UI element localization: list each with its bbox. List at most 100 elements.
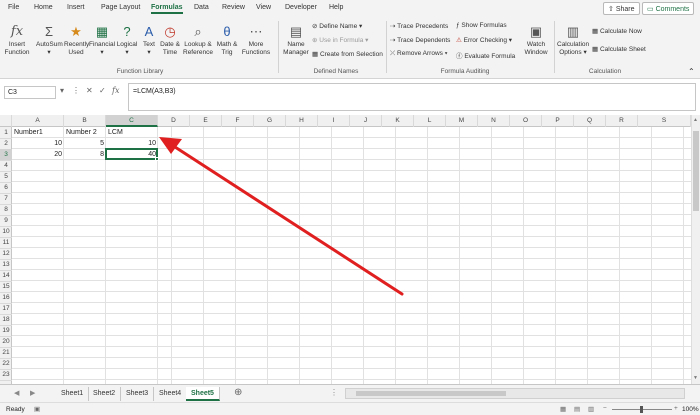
trace-precedents-button[interactable]: ⇢ Trace Precedents bbox=[390, 22, 448, 30]
column-header[interactable]: L bbox=[414, 115, 446, 127]
lookup-reference-button[interactable]: ⌕ Lookup & Reference bbox=[182, 23, 214, 57]
recently-used-button[interactable]: ★ Recently Used bbox=[64, 23, 89, 57]
column-header[interactable]: D bbox=[158, 115, 190, 127]
column-header[interactable]: B bbox=[64, 115, 106, 127]
tab-split-dots-icon[interactable]: ⋮ bbox=[330, 388, 338, 397]
sheet-tab-4[interactable]: Sheet4 bbox=[154, 387, 188, 401]
text-button[interactable]: A Text ▾ bbox=[141, 23, 157, 57]
autosum-button[interactable]: Σ AutoSum ▾ bbox=[36, 23, 63, 57]
financial-button[interactable]: ▦ Financial ▾ bbox=[89, 23, 115, 57]
tab-formulas[interactable]: Formulas bbox=[151, 4, 183, 14]
zoom-out-icon[interactable]: − bbox=[603, 405, 607, 412]
watch-window-button[interactable]: ▣ Watch Window bbox=[522, 23, 550, 57]
column-header[interactable]: Q bbox=[574, 115, 606, 127]
comments-button[interactable]: ▭ Comments bbox=[642, 2, 695, 15]
worksheet-grid[interactable]: Number1 Number 2 LCM 10 5 10 20 8 40 bbox=[12, 127, 691, 384]
column-header[interactable]: R bbox=[606, 115, 638, 127]
calculation-options-button[interactable]: ▥ Calculation Options ▾ bbox=[557, 23, 589, 57]
name-box[interactable]: C3 bbox=[4, 86, 56, 99]
cell-a1[interactable]: Number1 bbox=[12, 127, 64, 138]
column-header[interactable]: P bbox=[542, 115, 574, 127]
column-header[interactable]: M bbox=[446, 115, 478, 127]
enter-check-icon[interactable]: ✓ bbox=[99, 86, 106, 95]
tab-page-layout[interactable]: Page Layout bbox=[101, 4, 140, 11]
tab-home[interactable]: Home bbox=[34, 4, 53, 11]
cancel-icon[interactable]: ✕ bbox=[86, 86, 93, 95]
zoom-level[interactable]: 100% bbox=[682, 406, 699, 413]
insert-function-fx-icon[interactable]: fx bbox=[112, 86, 119, 95]
page-layout-view-icon[interactable]: ▤ bbox=[574, 405, 580, 413]
scroll-up-icon[interactable]: ▲ bbox=[693, 117, 698, 123]
column-header[interactable]: N bbox=[478, 115, 510, 127]
define-name-button[interactable]: ⊘ Define Name ▾ bbox=[312, 22, 362, 30]
prev-sheet-icon[interactable]: ◀ bbox=[14, 389, 19, 397]
scroll-down-icon[interactable]: ▼ bbox=[693, 375, 698, 381]
fill-handle[interactable] bbox=[155, 157, 159, 161]
vertical-scrollbar[interactable]: ▲ ▼ bbox=[691, 115, 700, 384]
sheet-tab-5[interactable]: Sheet5 bbox=[186, 387, 220, 401]
share-button[interactable]: ⇧ Share bbox=[603, 2, 640, 15]
create-from-selection-button[interactable]: ▦ Create from Selection bbox=[312, 50, 383, 58]
remove-arrows-button[interactable]: ⤫ Remove Arrows ▾ bbox=[390, 50, 447, 58]
calculate-sheet-button[interactable]: ▦ Calculate Sheet bbox=[592, 45, 646, 53]
formula-input[interactable]: =LCM(A3,B3) bbox=[128, 83, 696, 111]
lookup-label-2: Reference bbox=[183, 49, 213, 56]
column-header[interactable]: G bbox=[254, 115, 286, 127]
tab-view[interactable]: View bbox=[256, 4, 271, 11]
horizontal-scrollbar[interactable] bbox=[345, 388, 685, 399]
normal-view-icon[interactable]: ▦ bbox=[560, 405, 566, 413]
more-functions-button[interactable]: ⋯ More Functions bbox=[240, 23, 272, 57]
tab-data[interactable]: Data bbox=[194, 4, 209, 11]
collapse-ribbon-icon[interactable]: ⌃ bbox=[688, 67, 695, 76]
column-header[interactable]: F bbox=[222, 115, 254, 127]
cell-b1[interactable]: Number 2 bbox=[64, 127, 106, 138]
zoom-slider-thumb[interactable] bbox=[640, 406, 643, 413]
cell-a3[interactable]: 20 bbox=[12, 149, 64, 160]
scroll-thumb[interactable] bbox=[693, 131, 699, 211]
sheet-tab-2[interactable]: Sheet2 bbox=[88, 387, 122, 401]
logical-button[interactable]: ? Logical ▾ bbox=[116, 23, 138, 57]
namebox-dropdown-icon[interactable]: ▾ bbox=[60, 86, 64, 95]
math-trig-button[interactable]: θ Math & Trig bbox=[216, 23, 238, 57]
column-header[interactable]: O bbox=[510, 115, 542, 127]
formula-auditing-group-label: Formula Auditing bbox=[440, 68, 490, 75]
h-scroll-thumb[interactable] bbox=[356, 391, 506, 396]
tab-developer[interactable]: Developer bbox=[285, 4, 317, 11]
show-formulas-button[interactable]: ƒ Show Formulas bbox=[456, 22, 507, 29]
column-header[interactable]: E bbox=[190, 115, 222, 127]
tab-insert[interactable]: Insert bbox=[67, 4, 85, 11]
column-header[interactable]: A bbox=[12, 115, 64, 127]
next-sheet-icon[interactable]: ▶ bbox=[30, 389, 35, 397]
cell-c1[interactable]: LCM bbox=[106, 127, 158, 138]
watch-window-label-2: Window bbox=[524, 49, 548, 56]
tab-help[interactable]: Help bbox=[329, 4, 343, 11]
calculate-now-button[interactable]: ▦ Calculate Now bbox=[592, 27, 642, 35]
column-header[interactable]: S bbox=[638, 115, 691, 127]
cell-b2[interactable]: 5 bbox=[64, 138, 106, 149]
sheet-tab-1[interactable]: Sheet1 bbox=[56, 387, 90, 401]
column-header[interactable]: K bbox=[382, 115, 414, 127]
error-checking-button[interactable]: ⚠ Error Checking ▾ bbox=[456, 36, 512, 44]
row-header[interactable]: 23 bbox=[0, 369, 12, 381]
tab-file[interactable]: File bbox=[8, 4, 19, 11]
page-break-view-icon[interactable]: ▥ bbox=[588, 405, 594, 413]
column-header[interactable]: I bbox=[318, 115, 350, 127]
select-all-corner[interactable] bbox=[0, 115, 12, 127]
macro-record-icon[interactable]: ▣ bbox=[34, 405, 40, 413]
tab-review[interactable]: Review bbox=[222, 4, 245, 11]
cell-b3[interactable]: 8 bbox=[64, 149, 106, 160]
column-header[interactable]: H bbox=[286, 115, 318, 127]
cell-a2[interactable]: 10 bbox=[12, 138, 64, 149]
evaluate-formula-button[interactable]: ⓕ Evaluate Formula bbox=[456, 50, 515, 60]
insert-function-button[interactable]: fx Insert Function bbox=[4, 23, 30, 57]
column-header[interactable]: J bbox=[350, 115, 382, 127]
date-time-button[interactable]: ◷ Date & Time bbox=[159, 23, 181, 57]
name-manager-button[interactable]: ▤ Name Manager bbox=[282, 23, 310, 57]
use-in-formula-button[interactable]: ⊕ Use in Formula ▾ bbox=[312, 36, 368, 44]
add-sheet-icon[interactable]: ⊕ bbox=[234, 387, 242, 398]
sheet-tab-3[interactable]: Sheet3 bbox=[121, 387, 155, 401]
trace-dependents-button[interactable]: ⇢ Trace Dependents bbox=[390, 36, 450, 44]
zoom-in-icon[interactable]: + bbox=[674, 405, 678, 412]
column-header[interactable]: C bbox=[106, 115, 158, 127]
error-checking-label: Error Checking bbox=[463, 37, 507, 44]
